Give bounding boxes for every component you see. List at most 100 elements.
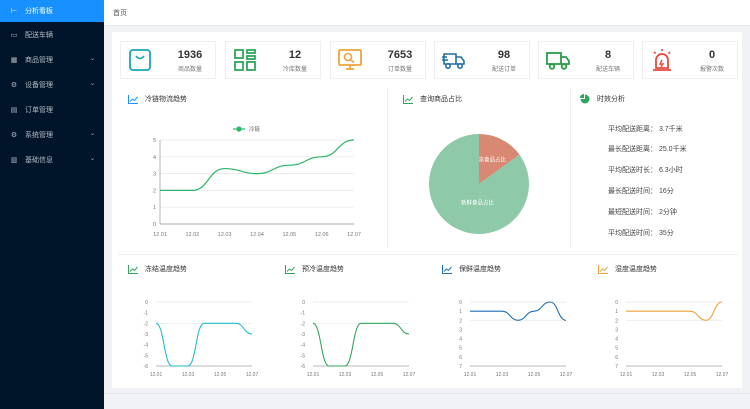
- y-tick-label: 7: [615, 364, 618, 370]
- series-line: [625, 301, 723, 321]
- x-tick-label: 12.05: [528, 372, 541, 378]
- sidebar-item-system[interactable]: ⚙ 系统管理 ⌄: [0, 122, 104, 147]
- y-tick-label: 3: [615, 327, 618, 333]
- y-tick-label: 3: [459, 327, 462, 333]
- x-tick-label: 12.03: [339, 372, 352, 378]
- sidebar-item-dashboard[interactable]: ⊢ 分析看板: [0, 0, 104, 22]
- y-tick-label: 6: [459, 355, 462, 361]
- analysis-item: 最长配送时间： 16分: [608, 188, 674, 195]
- y-tick-label: 3: [153, 172, 156, 178]
- x-tick-label: 12.05: [282, 232, 296, 238]
- pie-panel: 查询商品占比 冷冻食品占比 新鲜食品占比: [395, 88, 565, 248]
- y-tick-label: -2: [144, 321, 149, 327]
- x-tick-label: 12.05: [684, 372, 697, 378]
- x-tick-label: 12.03: [218, 232, 232, 238]
- y-tick-label: 5: [615, 346, 618, 352]
- stat-card-delivery-orders[interactable]: 98 配送订单: [434, 41, 530, 79]
- small-trend-chart[interactable]: 0 -1 -2 -3 -4 -5 -612.01 12.03 12.05 12.07: [120, 258, 270, 384]
- main-trend-chart[interactable]: 0 1 2 3 4 5 12.01 12.02 12.03 12.04 12.05 12.06 12.0…: [120, 88, 380, 248]
- small-trend-chart[interactable]: 0 1 2 3 4 5 6 712.01 12.03 12.05 12.07: [590, 258, 740, 384]
- device-icon: ⚙: [10, 81, 18, 89]
- small-trend-chart[interactable]: 0 1 2 3 4 5 6 712.01 12.03 12.05 12.07: [434, 258, 584, 384]
- stat-label: 商品数量: [177, 67, 202, 73]
- x-tick-label: 12.04: [250, 232, 264, 238]
- analysis-title: 时效分析: [580, 94, 625, 104]
- chevron-down-icon: ⌄: [89, 131, 95, 137]
- stat-value: 12: [288, 49, 302, 61]
- goods-icon: ▦: [10, 56, 18, 64]
- x-tick-label: 12.03: [652, 372, 665, 378]
- sidebar-item-label: 分析看板: [25, 8, 53, 15]
- stat-card-vehicles[interactable]: 8 配送车辆: [538, 41, 634, 79]
- stat-label: 冷库数量: [282, 67, 307, 73]
- y-tick-label: 4: [459, 337, 462, 343]
- chevron-down-icon: ⌄: [89, 156, 95, 162]
- y-tick-label: -3: [301, 332, 306, 338]
- sidebar-item-label: 配送车辆: [25, 31, 53, 39]
- legend-label: 冷链: [249, 125, 261, 133]
- x-tick-label: 12.03: [182, 372, 195, 378]
- sidebar-item-vehicles[interactable]: ▭ 配送车辆: [0, 22, 104, 47]
- x-tick-label: 12.01: [620, 372, 633, 378]
- sidebar-item-label: 系统管理: [25, 131, 53, 139]
- chevron-down-icon: ⌄: [89, 56, 95, 62]
- header: 首页: [104, 0, 750, 26]
- monitor-icon: [338, 49, 362, 70]
- pie-chart[interactable]: 冷冻食品占比新鲜食品占比: [395, 88, 565, 248]
- stat-card-alarms[interactable]: 0 报警次数: [642, 41, 738, 79]
- pie-slice-label: 新鲜食品占比: [461, 199, 495, 207]
- system-icon: ⚙: [10, 131, 18, 139]
- stat-card-coldstores[interactable]: 12 冷库数量: [225, 41, 321, 79]
- sidebar-item-goods[interactable]: ▦ 商品管理 ⌄: [0, 47, 104, 72]
- x-tick-label: 12.02: [185, 232, 199, 238]
- stat-value: 7653: [387, 49, 413, 61]
- y-tick-label: 5: [153, 138, 156, 144]
- small-chart-panel-4: 湿度温度趋势 0 1 2 3 4 5 6 7 12.01 12.03 12.05 12.07: [590, 258, 740, 384]
- y-tick-label: -6: [301, 364, 306, 370]
- y-tick-label: 2: [459, 318, 462, 324]
- stat-card-goods[interactable]: 1936 商品数量: [120, 41, 216, 79]
- truck-icon: ▭: [10, 31, 18, 39]
- y-tick-label: 5: [459, 346, 462, 352]
- y-tick-label: -3: [144, 332, 149, 338]
- analysis-item: 最长配送距离： 25.0千米: [608, 146, 687, 153]
- footer-bar: [104, 393, 750, 409]
- sidebar-item-info[interactable]: ▥ 基础信息 ⌄: [0, 147, 104, 172]
- sidebar-item-label: 商品管理: [25, 56, 53, 64]
- divider: [570, 88, 571, 248]
- stat-card-orders[interactable]: 7653 订单数量: [330, 41, 426, 79]
- delivery-truck-icon: [442, 53, 465, 70]
- x-tick-label: 12.05: [214, 372, 227, 378]
- x-tick-label: 12.01: [307, 372, 320, 378]
- small-trend-chart[interactable]: 0 -1 -2 -3 -4 -5 -612.01 12.03 12.05 12.07: [277, 258, 427, 384]
- analysis-item: 平均配送距离： 3.7千米: [608, 126, 683, 133]
- x-tick-label: 12.01: [150, 372, 163, 378]
- pie-chart-icon: [580, 94, 590, 104]
- analysis-item: 平均配送时长： 6.3小时: [608, 167, 683, 174]
- series-line-冷链: [160, 139, 355, 191]
- sidebar-item-label: 基础信息: [25, 156, 53, 164]
- dashboard-content: 1936 商品数量 12 冷库数量 7653 订单数量 98 配送订单 8 配送…: [112, 32, 742, 388]
- x-tick-label: 12.07: [403, 372, 416, 378]
- small-chart-panel-1: 冻结温度趋势 0 -1 -2 -3 -4 -5 -6 12.01 12.03 12.05 12.07: [120, 258, 270, 384]
- stat-label: 配送订单: [491, 67, 516, 73]
- dashboard-icon: ⊢: [10, 8, 18, 15]
- y-tick-label: 1: [459, 309, 462, 315]
- series-line: [312, 322, 410, 367]
- info-icon: ▥: [10, 156, 18, 164]
- y-tick-label: -2: [301, 321, 306, 327]
- y-tick-label: -5: [301, 353, 306, 359]
- x-tick-label: 12.06: [315, 232, 329, 238]
- y-tick-label: 4: [153, 155, 156, 161]
- small-chart-panel-2: 预冷温度趋势 0 -1 -2 -3 -4 -5 -6 12.01 12.03 12.05 12.07: [277, 258, 427, 384]
- y-tick-label: 6: [615, 355, 618, 361]
- y-tick-label: 1: [615, 309, 618, 315]
- sidebar-item-label: 设备管理: [25, 81, 53, 89]
- y-tick-label: 7: [459, 364, 462, 370]
- x-tick-label: 12.07: [246, 372, 259, 378]
- sidebar-item-devices[interactable]: ⚙ 设备管理 ⌄: [0, 72, 104, 97]
- sidebar-item-orders[interactable]: ▤ 订单管理: [0, 97, 104, 122]
- main-trend-panel: 冷链物流趋势 0 1 2 3 4 5 12.01 12.02 12.03 12.04 12.05 12…: [120, 88, 380, 248]
- breadcrumb[interactable]: 首页: [113, 8, 127, 18]
- x-tick-label: 12.07: [560, 372, 573, 378]
